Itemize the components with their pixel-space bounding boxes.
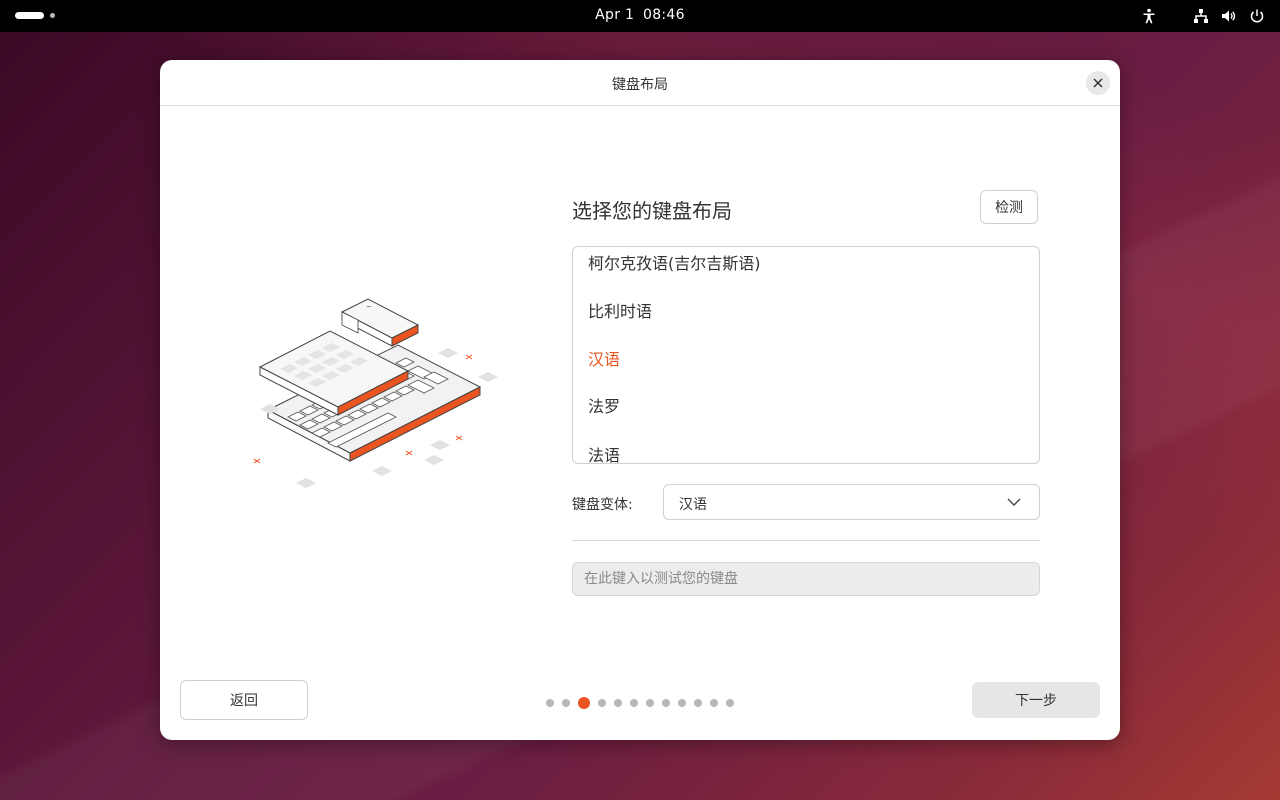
layout-list-item-selected[interactable]: 汉语 <box>588 346 620 370</box>
layout-list-item[interactable]: 比利时语 <box>588 298 652 322</box>
close-icon <box>1093 78 1103 88</box>
back-button[interactable]: 返回 <box>180 680 308 720</box>
step-dot <box>614 699 622 707</box>
variant-selected-value: 汉语 <box>679 497 707 513</box>
step-dot <box>694 699 702 707</box>
close-button[interactable] <box>1086 71 1110 95</box>
power-icon[interactable] <box>1248 7 1266 25</box>
clock-date: Apr 1 <box>595 7 635 23</box>
step-dot <box>546 699 554 707</box>
layout-list-item[interactable]: 柯尔克孜语(吉尔吉斯语) <box>588 250 761 274</box>
keyboard-test-input[interactable] <box>572 562 1040 596</box>
clock-time: 08:46 <box>642 7 685 23</box>
volume-icon[interactable] <box>1220 7 1238 25</box>
step-dot <box>726 699 734 707</box>
dialog-titlebar: 键盘布局 <box>160 60 1120 106</box>
step-dot <box>598 699 606 707</box>
step-dot <box>662 699 670 707</box>
detect-button[interactable]: 检测 <box>980 190 1038 224</box>
page-heading: 选择您的键盘布局 <box>572 199 732 223</box>
variant-dropdown[interactable]: 汉语 <box>663 484 1040 520</box>
dialog-title: 键盘布局 <box>612 77 668 93</box>
step-dot <box>678 699 686 707</box>
top-bar: Apr 1 08:46 <box>0 0 1280 32</box>
step-dot <box>562 699 570 707</box>
network-icon[interactable] <box>1192 7 1210 25</box>
system-tray[interactable] <box>1130 6 1266 26</box>
keyboard-layout-list[interactable]: 柯尔克孜语(吉尔吉斯语) 比利时语 汉语 法罗 法语 <box>572 246 1040 464</box>
keyboard-illustration: ~ <box>253 298 498 488</box>
variant-label: 键盘变体: <box>572 497 633 513</box>
chevron-down-icon <box>1007 498 1021 506</box>
step-dot <box>630 699 638 707</box>
step-dot-current <box>578 697 590 709</box>
layout-list-item[interactable]: 法语 <box>588 442 620 463</box>
clock[interactable]: Apr 1 08:46 <box>0 7 1280 23</box>
step-dot <box>710 699 718 707</box>
next-button[interactable]: 下一步 <box>972 682 1100 718</box>
step-dot <box>646 699 654 707</box>
divider <box>572 540 1040 541</box>
keyboard-layout-dialog: 键盘布局 ~ 选择您的键盘布局 检测 柯尔克孜语(吉尔吉斯语) 比利时语 汉语 … <box>160 60 1120 740</box>
layout-list-item[interactable]: 法罗 <box>588 393 620 417</box>
svg-text:~: ~ <box>366 303 372 311</box>
accessibility-icon[interactable] <box>1140 7 1158 25</box>
